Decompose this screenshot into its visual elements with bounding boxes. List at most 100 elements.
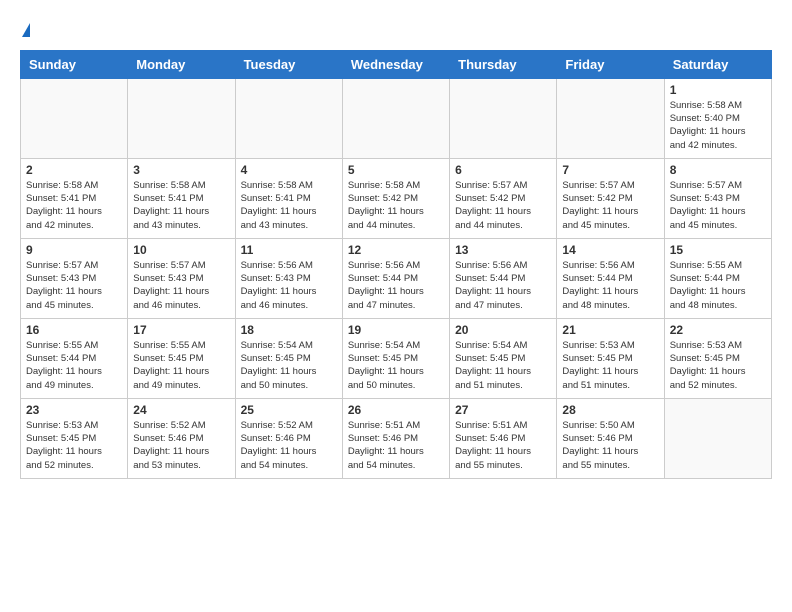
col-header-monday: Monday — [128, 50, 235, 78]
day-info: Sunrise: 5:56 AM Sunset: 5:43 PM Dayligh… — [241, 259, 337, 312]
day-info: Sunrise: 5:50 AM Sunset: 5:46 PM Dayligh… — [562, 419, 658, 472]
col-header-thursday: Thursday — [450, 50, 557, 78]
day-info: Sunrise: 5:54 AM Sunset: 5:45 PM Dayligh… — [455, 339, 551, 392]
day-number: 27 — [455, 403, 551, 417]
calendar-cell: 24 Sunrise: 5:52 AM Sunset: 5:46 PM Dayli… — [128, 398, 235, 478]
day-info: Sunrise: 5:56 AM Sunset: 5:44 PM Dayligh… — [455, 259, 551, 312]
day-number: 7 — [562, 163, 658, 177]
day-info: Sunrise: 5:55 AM Sunset: 5:44 PM Dayligh… — [26, 339, 122, 392]
calendar-cell: 6 Sunrise: 5:57 AM Sunset: 5:42 PM Daylig… — [450, 158, 557, 238]
calendar-cell: 21 Sunrise: 5:53 AM Sunset: 5:45 PM Dayli… — [557, 318, 664, 398]
day-number: 23 — [26, 403, 122, 417]
calendar-cell: 26Sunrise: 5:51 AM Sunset: 5:46 PM Dayli… — [342, 398, 449, 478]
calendar-cell — [664, 398, 771, 478]
day-number: 3 — [133, 163, 229, 177]
day-info: Sunrise: 5:58 AM Sunset: 5:42 PM Dayligh… — [348, 179, 444, 232]
day-info: Sunrise: 5:53 AM Sunset: 5:45 PM Dayligh… — [670, 339, 766, 392]
calendar-cell — [450, 78, 557, 158]
col-header-tuesday: Tuesday — [235, 50, 342, 78]
week-row-5: 23 Sunrise: 5:53 AM Sunset: 5:45 PM Dayli… — [21, 398, 772, 478]
day-number: 10 — [133, 243, 229, 257]
day-number: 12 — [348, 243, 444, 257]
day-number: 14 — [562, 243, 658, 257]
calendar-cell: 18Sunrise: 5:54 AM Sunset: 5:45 PM Dayli… — [235, 318, 342, 398]
day-number: 2 — [26, 163, 122, 177]
day-info: Sunrise: 5:56 AM Sunset: 5:44 PM Dayligh… — [348, 259, 444, 312]
day-info: Sunrise: 5:54 AM Sunset: 5:45 PM Dayligh… — [241, 339, 337, 392]
calendar-cell — [342, 78, 449, 158]
calendar-cell: 10 Sunrise: 5:57 AM Sunset: 5:43 PM Dayli… — [128, 238, 235, 318]
calendar-cell — [557, 78, 664, 158]
calendar-cell: 20 Sunrise: 5:54 AM Sunset: 5:45 PM Dayli… — [450, 318, 557, 398]
calendar-cell: 7 Sunrise: 5:57 AM Sunset: 5:42 PM Daylig… — [557, 158, 664, 238]
day-number: 4 — [241, 163, 337, 177]
calendar-cell: 9 Sunrise: 5:57 AM Sunset: 5:43 PM Daylig… — [21, 238, 128, 318]
week-row-2: 2 Sunrise: 5:58 AM Sunset: 5:41 PM Daylig… — [21, 158, 772, 238]
day-number: 9 — [26, 243, 122, 257]
col-header-saturday: Saturday — [664, 50, 771, 78]
calendar-cell: 28 Sunrise: 5:50 AM Sunset: 5:46 PM Dayli… — [557, 398, 664, 478]
day-number: 20 — [455, 323, 551, 337]
calendar-cell: 14 Sunrise: 5:56 AM Sunset: 5:44 PM Dayli… — [557, 238, 664, 318]
calendar-cell: 13 Sunrise: 5:56 AM Sunset: 5:44 PM Dayli… — [450, 238, 557, 318]
day-number: 13 — [455, 243, 551, 257]
day-info: Sunrise: 5:58 AM Sunset: 5:41 PM Dayligh… — [133, 179, 229, 232]
day-number: 25 — [241, 403, 337, 417]
calendar-cell: 22 Sunrise: 5:53 AM Sunset: 5:45 PM Dayli… — [664, 318, 771, 398]
day-number: 5 — [348, 163, 444, 177]
calendar-header-row: SundayMondayTuesdayWednesdayThursdayFrid… — [21, 50, 772, 78]
day-number: 22 — [670, 323, 766, 337]
calendar-cell: 19 Sunrise: 5:54 AM Sunset: 5:45 PM Dayli… — [342, 318, 449, 398]
logo-triangle-icon — [22, 23, 30, 37]
day-info: Sunrise: 5:51 AM Sunset: 5:46 PM Dayligh… — [455, 419, 551, 472]
col-header-sunday: Sunday — [21, 50, 128, 78]
calendar-cell: 5 Sunrise: 5:58 AM Sunset: 5:42 PM Daylig… — [342, 158, 449, 238]
day-number: 17 — [133, 323, 229, 337]
day-info: Sunrise: 5:57 AM Sunset: 5:43 PM Dayligh… — [670, 179, 766, 232]
day-number: 11 — [241, 243, 337, 257]
calendar-cell: 17 Sunrise: 5:55 AM Sunset: 5:45 PM Dayli… — [128, 318, 235, 398]
logo — [20, 20, 30, 40]
day-info: Sunrise: 5:57 AM Sunset: 5:43 PM Dayligh… — [133, 259, 229, 312]
page-header — [20, 20, 772, 40]
day-info: Sunrise: 5:56 AM Sunset: 5:44 PM Dayligh… — [562, 259, 658, 312]
week-row-4: 16 Sunrise: 5:55 AM Sunset: 5:44 PM Dayli… — [21, 318, 772, 398]
day-number: 8 — [670, 163, 766, 177]
col-header-wednesday: Wednesday — [342, 50, 449, 78]
day-info: Sunrise: 5:54 AM Sunset: 5:45 PM Dayligh… — [348, 339, 444, 392]
day-number: 21 — [562, 323, 658, 337]
calendar-cell: 11 Sunrise: 5:56 AM Sunset: 5:43 PM Dayli… — [235, 238, 342, 318]
day-info: Sunrise: 5:58 AM Sunset: 5:41 PM Dayligh… — [241, 179, 337, 232]
col-header-friday: Friday — [557, 50, 664, 78]
day-info: Sunrise: 5:52 AM Sunset: 5:46 PM Dayligh… — [133, 419, 229, 472]
week-row-3: 9 Sunrise: 5:57 AM Sunset: 5:43 PM Daylig… — [21, 238, 772, 318]
day-info: Sunrise: 5:51 AM Sunset: 5:46 PM Dayligh… — [348, 419, 444, 472]
calendar-cell: 8 Sunrise: 5:57 AM Sunset: 5:43 PM Daylig… — [664, 158, 771, 238]
calendar-cell — [128, 78, 235, 158]
week-row-1: 1Sunrise: 5:58 AM Sunset: 5:40 PM Daylig… — [21, 78, 772, 158]
day-info: Sunrise: 5:55 AM Sunset: 5:44 PM Dayligh… — [670, 259, 766, 312]
day-info: Sunrise: 5:57 AM Sunset: 5:42 PM Dayligh… — [562, 179, 658, 232]
calendar-cell: 12 Sunrise: 5:56 AM Sunset: 5:44 PM Dayli… — [342, 238, 449, 318]
day-info: Sunrise: 5:53 AM Sunset: 5:45 PM Dayligh… — [562, 339, 658, 392]
calendar-cell — [21, 78, 128, 158]
calendar-cell: 4 Sunrise: 5:58 AM Sunset: 5:41 PM Daylig… — [235, 158, 342, 238]
calendar-cell: 25 Sunrise: 5:52 AM Sunset: 5:46 PM Dayli… — [235, 398, 342, 478]
day-number: 24 — [133, 403, 229, 417]
day-number: 19 — [348, 323, 444, 337]
day-info: Sunrise: 5:52 AM Sunset: 5:46 PM Dayligh… — [241, 419, 337, 472]
day-number: 28 — [562, 403, 658, 417]
day-info: Sunrise: 5:57 AM Sunset: 5:43 PM Dayligh… — [26, 259, 122, 312]
day-info: Sunrise: 5:57 AM Sunset: 5:42 PM Dayligh… — [455, 179, 551, 232]
day-info: Sunrise: 5:58 AM Sunset: 5:40 PM Dayligh… — [670, 99, 766, 152]
calendar-cell: 23 Sunrise: 5:53 AM Sunset: 5:45 PM Dayli… — [21, 398, 128, 478]
day-info: Sunrise: 5:58 AM Sunset: 5:41 PM Dayligh… — [26, 179, 122, 232]
calendar-cell: 1Sunrise: 5:58 AM Sunset: 5:40 PM Daylig… — [664, 78, 771, 158]
day-number: 6 — [455, 163, 551, 177]
day-number: 16 — [26, 323, 122, 337]
day-info: Sunrise: 5:55 AM Sunset: 5:45 PM Dayligh… — [133, 339, 229, 392]
day-info: Sunrise: 5:53 AM Sunset: 5:45 PM Dayligh… — [26, 419, 122, 472]
calendar-cell: 16 Sunrise: 5:55 AM Sunset: 5:44 PM Dayli… — [21, 318, 128, 398]
calendar-table: SundayMondayTuesdayWednesdayThursdayFrid… — [20, 50, 772, 479]
calendar-cell: 27 Sunrise: 5:51 AM Sunset: 5:46 PM Dayli… — [450, 398, 557, 478]
